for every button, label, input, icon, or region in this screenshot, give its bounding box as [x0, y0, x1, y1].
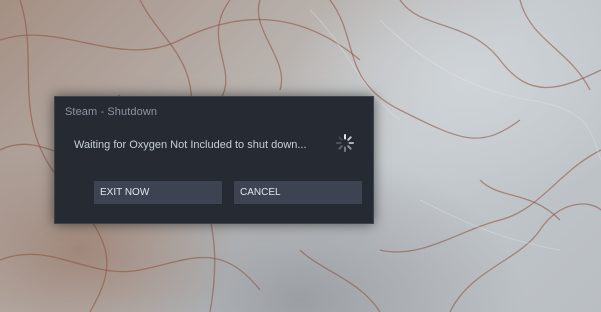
cancel-button[interactable]: CANCEL	[234, 181, 362, 204]
dialog-title: Steam - Shutdown	[65, 106, 158, 118]
exit-now-button[interactable]: EXIT NOW	[94, 181, 222, 204]
shutdown-dialog: Steam - Shutdown Waiting for Oxygen Not …	[54, 96, 374, 224]
loading-spinner-icon	[336, 134, 354, 152]
dialog-message: Waiting for Oxygen Not Included to shut …	[74, 139, 307, 151]
